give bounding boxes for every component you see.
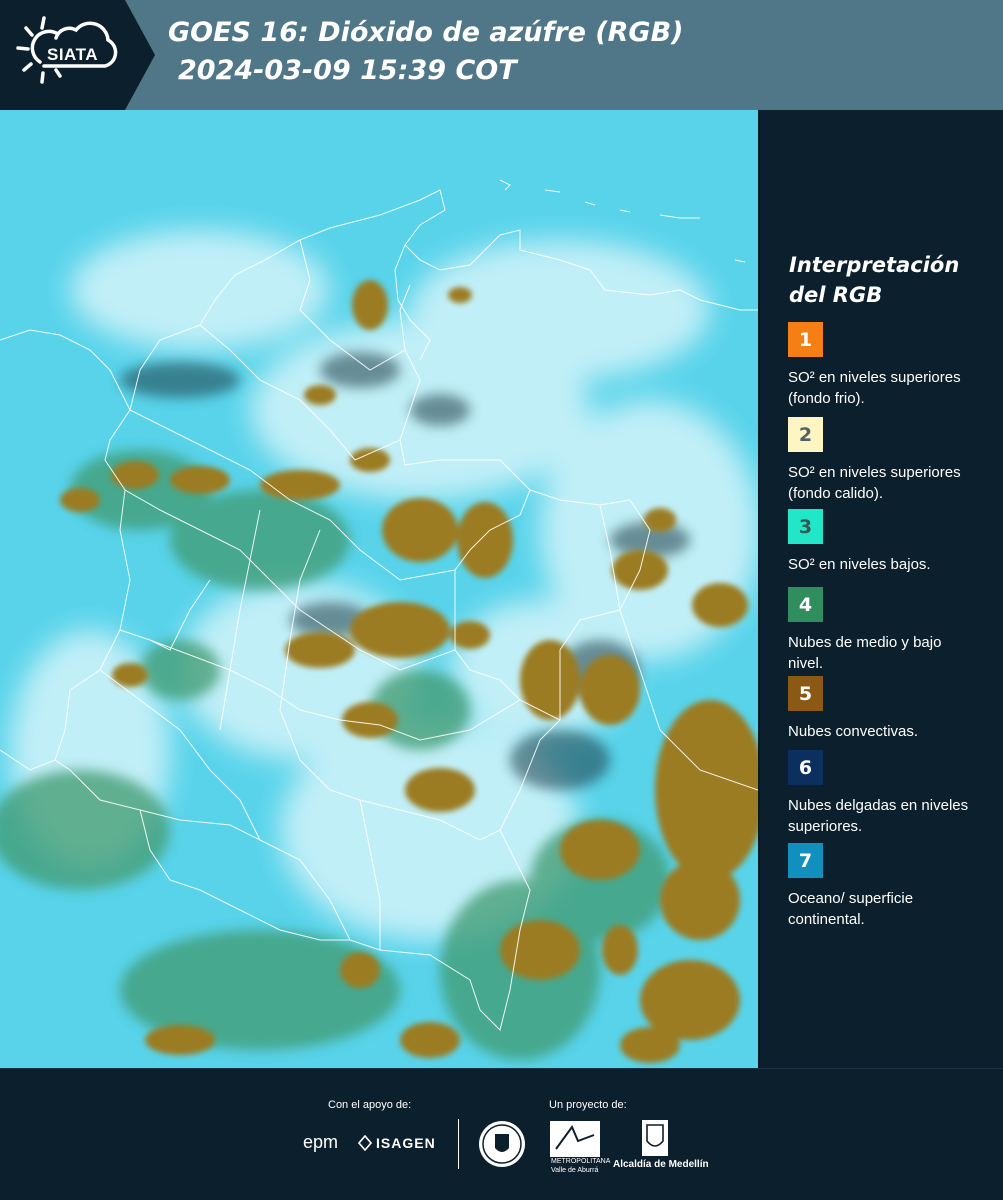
rgb-legend: Interpretación del RGB 1 SO² en niveles … [760,110,1003,1068]
legend-text-7: Oceano/ superficie continental. [788,890,914,928]
area-metropolitana-label: METROPOLITANA Valle de Aburrá [551,1158,610,1174]
legend-swatch-3: 3 [788,509,823,544]
project-label: Un proyecto de: [549,1099,627,1111]
legend-swatch-7: 7 [788,843,823,878]
legend-text-4: Nubes de medio y bajo nivel. [788,634,942,672]
satellite-map [0,110,758,1068]
title-product: GOES 16: Dióxido de azúfre (RGB) [168,17,684,48]
legend-title-line2: del RGB [789,283,883,307]
legend-swatch-1: 1 [788,322,823,357]
legend-text-2: SO² en niveles superiores (fondo calido)… [788,464,961,502]
legend-item-7: 7 Oceano/ superficie continental. [788,843,998,930]
legend-text-3: SO² en niveles bajos. [788,556,931,573]
legend-text-5: Nubes convectivas. [788,723,919,740]
legend-title-line1: Interpretación [789,253,960,277]
alcaldia-medellin-logo: Alcaldía de Medellín [613,1159,709,1170]
header-bar: SIATA GOES 16: Dióxido de azúfre (RGB) 2… [0,0,1003,110]
footer-divider [458,1119,459,1169]
legend-title: Interpretación del RGB [789,250,989,310]
legend-item-5: 5 Nubes convectivas. [788,676,998,742]
isagen-icon [358,1135,372,1151]
isagen-logo: ISAGEN [376,1135,436,1151]
legend-item-6: 6 Nubes delgadas en niveles superiores. [788,750,998,837]
area-metropolitana-icon [550,1121,600,1157]
siata-logo: SIATA [0,0,155,110]
page-title: GOES 16: Dióxido de azúfre (RGB) 2024-03… [168,14,684,90]
legend-swatch-4: 4 [788,587,823,622]
legend-item-1: 1 SO² en niveles superiores (fondo frio)… [788,322,998,409]
satellite-map-image [0,110,758,1068]
legend-swatch-2: 2 [788,417,823,452]
legend-swatch-6: 6 [788,750,823,785]
legend-item-4: 4 Nubes de medio y bajo nivel. [788,587,998,674]
logo-text: SIATA [47,45,98,64]
legend-item-2: 2 SO² en niveles superiores (fondo calid… [788,417,998,504]
medellin-seal-icon [479,1121,525,1167]
legend-item-3: 3 SO² en niveles bajos. [788,509,998,575]
legend-swatch-5: 5 [788,676,823,711]
footer-sponsors: Con el apoyo de: Un proyecto de: epm ISA… [0,1068,1003,1200]
alcaldia-shield-icon [642,1120,668,1156]
title-timestamp: 2024-03-09 15:39 COT [178,55,517,86]
support-label: Con el apoyo de: [328,1099,412,1111]
legend-text-1: SO² en niveles superiores (fondo frio). [788,369,961,407]
epm-logo: epm [303,1132,339,1152]
legend-text-6: Nubes delgadas en niveles superiores. [788,797,969,835]
